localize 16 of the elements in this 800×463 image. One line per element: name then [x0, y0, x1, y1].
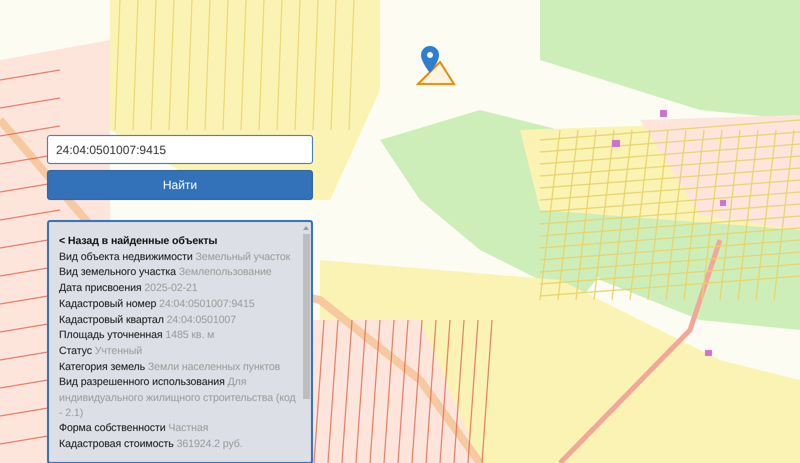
scroll-up-icon[interactable]	[303, 226, 309, 230]
detail-row-text: Форма собственности Частная	[59, 421, 210, 436]
back-link[interactable]: < Назад в найденные объекты	[59, 234, 299, 250]
detail-row-text: Статус Учтенный	[59, 344, 144, 359]
find-button[interactable]: Найти	[47, 170, 313, 200]
detail-row-text: Вид разрешенного использования Для индивидуального жилищного строительства (код - 2.1)	[59, 375, 297, 421]
detail-row-text: Кадастровый номер 24:04:0501007:9415	[59, 296, 256, 312]
detail-row-text: Вид объекта недвижимости Земельный участок	[59, 250, 292, 265]
detail-row-text: Категория земель Земли населенных пунктов	[59, 360, 282, 375]
scroll-thumb[interactable]	[302, 234, 310, 399]
detail-row-text: Кадастровый квартал 24:04:0501007	[59, 312, 238, 328]
detail-row-text: Кадастровая стоимость 361924.2 руб.	[59, 437, 244, 452]
detail-row-text: Дата присвоения 2025-02-21	[59, 281, 199, 296]
detail-row-text: Площадь уточненная 1485 кв. м	[59, 328, 216, 344]
search-field[interactable]: 24:04:0501007:9415	[47, 135, 313, 164]
detail-row-text: Вид земельного участка Землепользование	[59, 265, 273, 280]
